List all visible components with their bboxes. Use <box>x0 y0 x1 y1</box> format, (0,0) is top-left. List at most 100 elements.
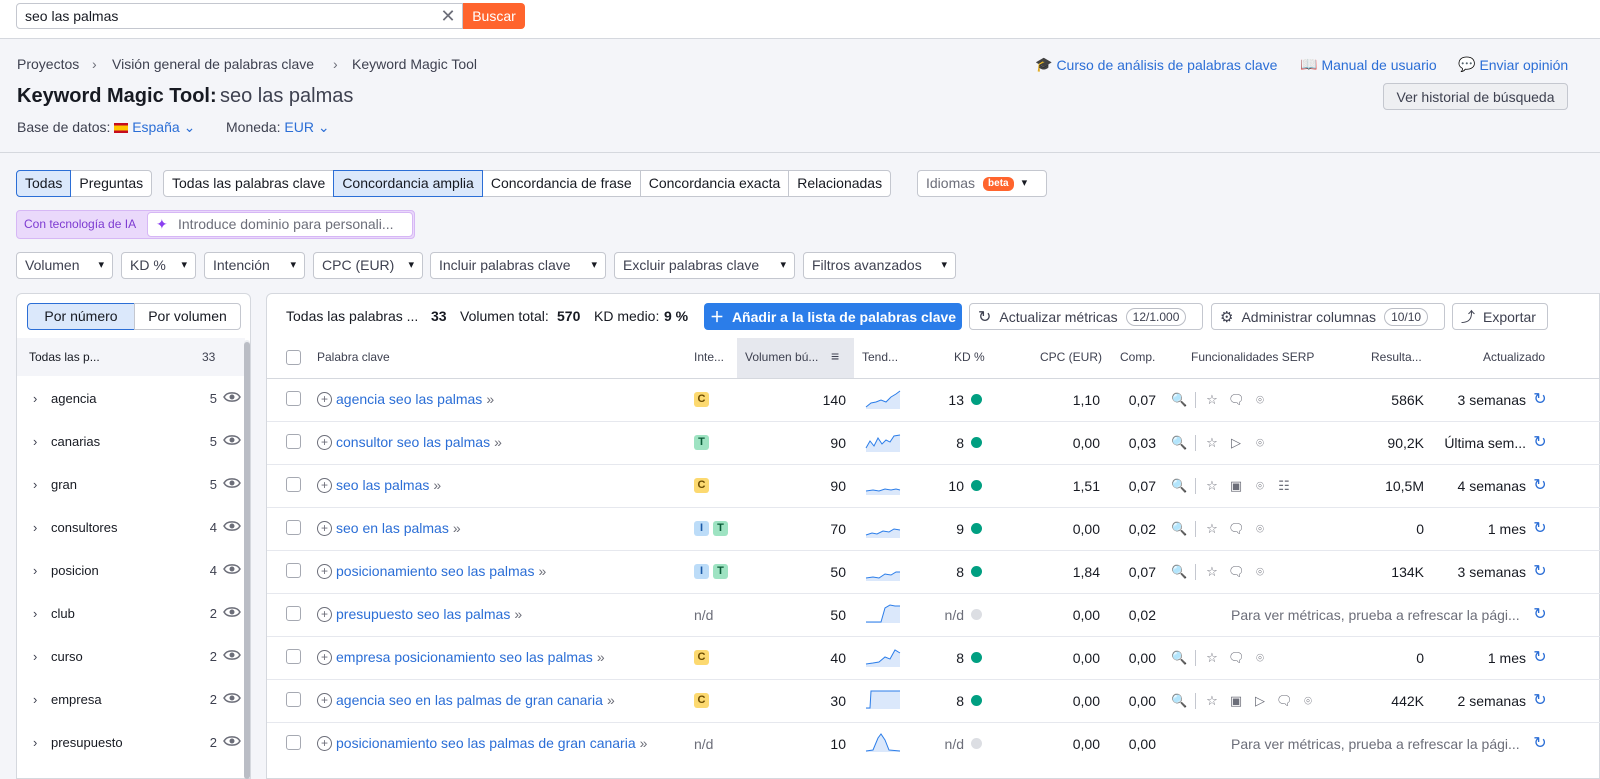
select-all-checkbox[interactable] <box>286 350 301 365</box>
plus-circle-icon[interactable]: + <box>317 606 332 622</box>
map-pin-icon[interactable]: ⌾ <box>1252 392 1268 408</box>
row-checkbox[interactable] <box>286 692 301 707</box>
map-pin-icon[interactable]: ⌾ <box>1252 564 1268 580</box>
filter-kd[interactable]: KD % ▾ <box>121 252 196 279</box>
search-result-icon[interactable]: 🔍 <box>1171 693 1187 709</box>
group-item[interactable]: › curso 2 <box>17 635 245 678</box>
search-result-icon[interactable]: 🔍 <box>1171 392 1187 408</box>
refresh-icon[interactable]: ↻ <box>1532 693 1548 709</box>
comment-icon[interactable]: 🗨 <box>1228 521 1245 537</box>
keyword-link[interactable]: + presupuesto seo las palmas» <box>317 606 522 622</box>
list-icon[interactable]: ☷ <box>1276 478 1292 494</box>
star-icon[interactable]: ☆ <box>1204 392 1220 408</box>
eye-icon[interactable] <box>223 689 241 707</box>
search-result-icon[interactable]: 🔍 <box>1171 478 1187 494</box>
refresh-icon[interactable]: ↻ <box>1532 521 1548 537</box>
keyword-link[interactable]: + posicionamiento seo las palmas de gran … <box>317 735 647 751</box>
col-competition[interactable]: Comp. <box>1120 350 1155 364</box>
scrollbar-thumb[interactable] <box>244 342 250 779</box>
group-item[interactable]: › agencia 5 <box>17 377 245 420</box>
col-keyword[interactable]: Palabra clave <box>317 350 390 364</box>
filter-exclude-keywords[interactable]: Excluir palabras clave ▾ <box>614 252 795 279</box>
tab-broad-match[interactable]: Concordancia amplia <box>333 170 483 197</box>
database-selector[interactable]: Base de datos: España ⌄ <box>17 119 195 136</box>
group-item[interactable]: › gran 5 <box>17 463 245 506</box>
row-checkbox[interactable] <box>286 477 301 492</box>
col-trend[interactable]: Tend... <box>862 350 898 364</box>
eye-icon[interactable] <box>223 732 241 750</box>
plus-circle-icon[interactable]: + <box>317 692 332 708</box>
eye-icon[interactable] <box>223 560 241 578</box>
col-cpc[interactable]: CPC (EUR) <box>1040 350 1102 364</box>
star-icon[interactable]: ☆ <box>1204 564 1220 580</box>
eye-icon[interactable] <box>223 431 241 449</box>
video-icon[interactable]: ▷ <box>1228 435 1244 451</box>
tab-phrase-match[interactable]: Concordancia de frase <box>481 170 641 197</box>
clear-icon[interactable]: ✕ <box>438 6 458 26</box>
plus-circle-icon[interactable]: + <box>317 477 332 493</box>
plus-circle-icon[interactable]: + <box>317 391 332 407</box>
row-checkbox[interactable] <box>286 563 301 578</box>
group-item[interactable]: › empresa 2 <box>17 678 245 721</box>
refresh-icon[interactable]: ↻ <box>1532 392 1548 408</box>
refresh-icon[interactable]: ↻ <box>1532 650 1548 666</box>
col-volume[interactable]: Volumen bú... <box>745 350 818 364</box>
search-input[interactable] <box>16 3 463 29</box>
manual-link[interactable]: 📖 Manual de usuario <box>1300 56 1437 73</box>
row-checkbox[interactable] <box>286 606 301 621</box>
filter-cpc[interactable]: CPC (EUR) ▾ <box>313 252 423 279</box>
star-icon[interactable]: ☆ <box>1204 693 1220 709</box>
keyword-link[interactable]: + agencia seo las palmas» <box>317 391 494 407</box>
update-metrics-button[interactable]: ↻ Actualizar métricas 12/1.000 <box>969 303 1203 330</box>
group-item[interactable]: › consultores 4 <box>17 506 245 549</box>
comment-icon[interactable]: 🗨 <box>1228 564 1245 580</box>
refresh-icon[interactable]: ↻ <box>1532 736 1548 752</box>
search-result-icon[interactable]: 🔍 <box>1171 564 1187 580</box>
plus-circle-icon[interactable]: + <box>317 735 332 751</box>
ai-domain-input[interactable]: Introduce dominio para personali... <box>147 212 413 237</box>
refresh-icon[interactable]: ↻ <box>1532 607 1548 623</box>
row-checkbox[interactable] <box>286 735 301 750</box>
eye-icon[interactable] <box>223 646 241 664</box>
row-checkbox[interactable] <box>286 649 301 664</box>
comment-icon[interactable]: 🗨 <box>1228 650 1245 666</box>
tab-by-number[interactable]: Por número <box>27 303 135 330</box>
map-pin-icon[interactable]: ⌾ <box>1252 521 1268 537</box>
groups-header[interactable]: Todas las p... 33 <box>17 338 245 376</box>
keyword-link[interactable]: + agencia seo en las palmas de gran canar… <box>317 692 615 708</box>
tab-exact-match[interactable]: Concordancia exacta <box>639 170 790 197</box>
tab-all-keywords[interactable]: Todas las palabras clave <box>163 170 335 197</box>
eye-icon[interactable] <box>223 474 241 492</box>
image-icon[interactable]: ▣ <box>1228 478 1244 494</box>
col-updated[interactable]: Actualizado <box>1483 350 1545 364</box>
row-checkbox[interactable] <box>286 391 301 406</box>
row-checkbox[interactable] <box>286 434 301 449</box>
comment-icon[interactable]: 🗨 <box>1276 693 1293 709</box>
col-intent[interactable]: Inte... <box>694 350 724 364</box>
search-result-icon[interactable]: 🔍 <box>1171 435 1187 451</box>
keyword-link[interactable]: + seo las palmas» <box>317 477 441 493</box>
col-serp-features[interactable]: Funcionalidades SERP <box>1191 350 1314 364</box>
currency-selector[interactable]: Moneda: EUR ⌄ <box>226 119 330 136</box>
plus-circle-icon[interactable]: + <box>317 563 332 579</box>
group-item[interactable]: › presupuesto 2 <box>17 721 245 764</box>
keyword-link[interactable]: + posicionamiento seo las palmas» <box>317 563 546 579</box>
col-results[interactable]: Resulta... <box>1371 350 1422 364</box>
keyword-link[interactable]: + empresa posicionamiento seo las palmas» <box>317 649 605 665</box>
map-pin-icon[interactable]: ⌾ <box>1252 478 1268 494</box>
refresh-icon[interactable]: ↻ <box>1532 435 1548 451</box>
search-result-icon[interactable]: 🔍 <box>1171 521 1187 537</box>
image-icon[interactable]: ▣ <box>1228 693 1244 709</box>
filter-volume[interactable]: Volumen ▾ <box>16 252 113 279</box>
manage-columns-button[interactable]: ⚙ Administrar columnas 10/10 <box>1211 303 1445 330</box>
breadcrumb-overview[interactable]: Visión general de palabras clave <box>112 56 314 72</box>
tab-by-volume[interactable]: Por volumen <box>134 303 241 330</box>
add-to-list-button[interactable]: ＋ Añadir a la lista de palabras clave <box>704 303 962 330</box>
comment-icon[interactable]: 🗨 <box>1228 392 1245 408</box>
keyword-link[interactable]: + consultor seo las palmas» <box>317 434 502 450</box>
eye-icon[interactable] <box>223 603 241 621</box>
sort-icon[interactable]: ≡ <box>831 348 839 364</box>
filter-intent[interactable]: Intención ▾ <box>204 252 305 279</box>
star-icon[interactable]: ☆ <box>1204 521 1220 537</box>
export-button[interactable]: ⤴ Exportar <box>1452 303 1548 330</box>
